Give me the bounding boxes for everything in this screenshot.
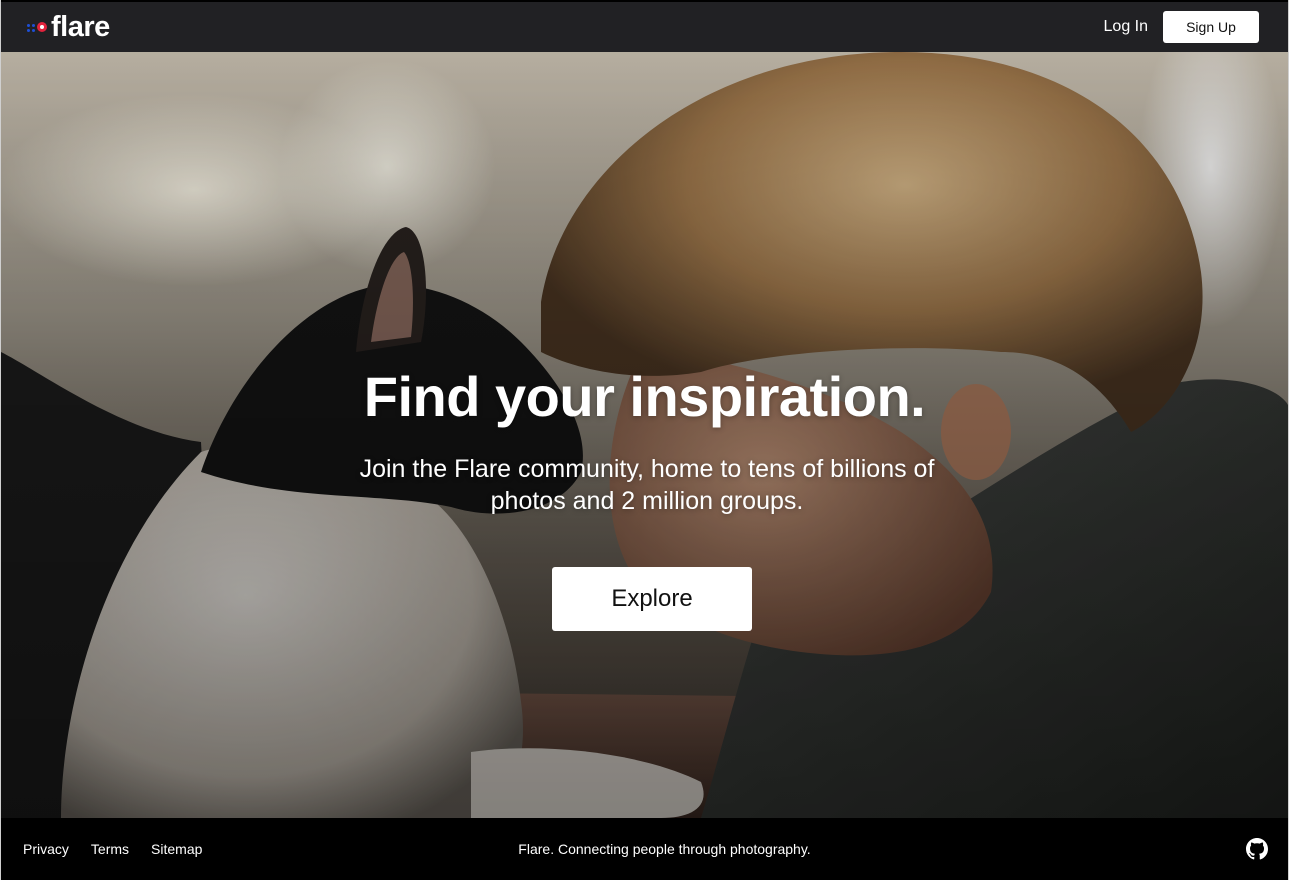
github-icon[interactable] xyxy=(1246,838,1268,860)
login-link[interactable]: Log In xyxy=(1104,18,1148,36)
hero-subtitle: Join the Flare community, home to tens o… xyxy=(359,455,935,515)
brand-logo[interactable]: flare xyxy=(25,10,110,43)
footer-link-privacy[interactable]: Privacy xyxy=(23,841,69,857)
footer-link-terms[interactable]: Terms xyxy=(91,841,129,857)
footer: Privacy Terms Sitemap Flare. Connecting … xyxy=(1,818,1288,880)
logo-mark-icon xyxy=(25,19,49,35)
hero-content: Find your inspiration. Join the Flare co… xyxy=(1,52,1288,818)
hero-section: Find your inspiration. Join the Flare co… xyxy=(1,52,1288,818)
hero-title: Find your inspiration. xyxy=(363,365,926,428)
footer-link-sitemap[interactable]: Sitemap xyxy=(151,841,202,857)
top-navbar: flare Log In Sign Up xyxy=(1,2,1288,52)
explore-button[interactable]: Explore xyxy=(552,567,752,631)
footer-links: Privacy Terms Sitemap xyxy=(23,841,202,857)
auth-nav: Log In Sign Up xyxy=(1104,11,1259,43)
page-frame: flare Log In Sign Up Find your inspirati… xyxy=(0,0,1289,880)
brand-name: flare xyxy=(51,10,110,43)
signup-button[interactable]: Sign Up xyxy=(1163,11,1259,43)
